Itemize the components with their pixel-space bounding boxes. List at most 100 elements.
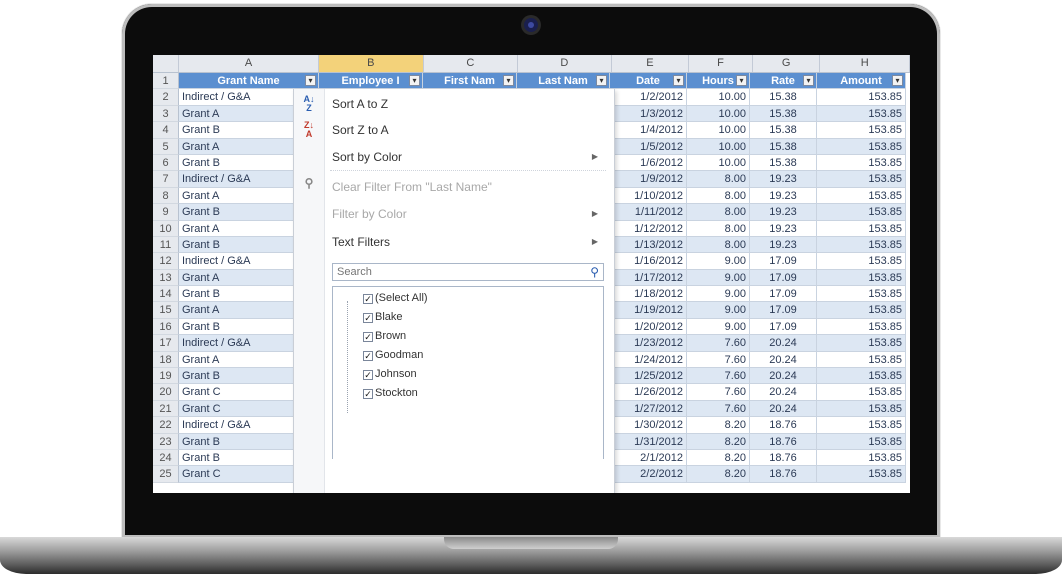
hours-cell[interactable]: 10.00	[687, 138, 750, 155]
amount-cell[interactable]: 153.85	[817, 351, 906, 369]
filter-value-item[interactable]: ✓ Stockton	[363, 384, 418, 403]
checkbox-checked-icon[interactable]: ✓	[363, 369, 373, 380]
amount-cell[interactable]: 153.85	[817, 105, 906, 123]
rate-cell[interactable]: 17.09	[750, 286, 817, 303]
rate-cell[interactable]: 19.23	[750, 220, 817, 237]
rate-cell[interactable]: 15.38	[750, 138, 817, 155]
row-number[interactable]: 7	[153, 171, 179, 188]
column-header-e[interactable]: E	[612, 55, 690, 72]
row-number[interactable]: 20	[153, 384, 179, 401]
row-number[interactable]: 21	[153, 400, 179, 418]
hours-cell[interactable]: 9.00	[687, 302, 750, 319]
column-header-g[interactable]: G	[753, 55, 821, 72]
rate-cell[interactable]: 17.09	[750, 318, 817, 336]
amount-cell[interactable]: 153.85	[817, 400, 906, 418]
amount-cell[interactable]: 153.85	[817, 269, 906, 287]
amount-cell[interactable]: 153.85	[817, 302, 906, 319]
hours-cell[interactable]: 8.00	[687, 171, 750, 188]
date-cell[interactable]: 1/11/2012	[610, 204, 687, 221]
filter-value-item[interactable]: ✓ Johnson	[363, 365, 417, 384]
rate-cell[interactable]: 20.24	[750, 384, 817, 401]
rate-cell[interactable]: 15.38	[750, 154, 817, 172]
date-cell[interactable]: 1/9/2012	[610, 171, 687, 188]
hours-cell[interactable]: 8.20	[687, 466, 750, 483]
date-cell[interactable]: 1/26/2012	[610, 384, 687, 401]
column-header-a[interactable]: A	[179, 55, 320, 72]
row-number[interactable]: 12	[153, 253, 179, 270]
row-number[interactable]: 2	[153, 89, 179, 106]
date-cell[interactable]: 1/19/2012	[610, 302, 687, 319]
rate-cell[interactable]: 19.23	[750, 236, 817, 254]
date-cell[interactable]: 1/27/2012	[610, 400, 687, 418]
hours-cell[interactable]: 8.00	[687, 204, 750, 221]
checkbox-checked-icon[interactable]: ✓	[363, 331, 373, 342]
date-cell[interactable]: 1/5/2012	[610, 138, 687, 155]
row-number[interactable]: 23	[153, 433, 179, 450]
hours-cell[interactable]: 10.00	[687, 122, 750, 139]
text-filters-item[interactable]: Text Filters ▶	[332, 231, 602, 253]
hours-cell[interactable]: 8.00	[687, 236, 750, 254]
amount-cell[interactable]: 153.85	[817, 466, 906, 483]
date-cell[interactable]: 1/16/2012	[610, 253, 687, 270]
hours-cell[interactable]: 10.00	[687, 154, 750, 172]
filter-dropdown-icon[interactable]: ▾	[673, 75, 684, 86]
filter-value-select-all[interactable]: ✓ (Select All)	[363, 289, 428, 308]
filter-value-item[interactable]: ✓ Goodman	[363, 346, 423, 365]
amount-cell[interactable]: 153.85	[817, 122, 906, 139]
amount-cell[interactable]: 153.85	[817, 384, 906, 401]
rate-cell[interactable]: 18.76	[750, 433, 817, 450]
row-number[interactable]: 25	[153, 466, 179, 483]
rate-cell[interactable]: 20.24	[750, 368, 817, 385]
date-cell[interactable]: 1/12/2012	[610, 220, 687, 237]
amount-cell[interactable]: 153.85	[817, 154, 906, 172]
date-cell[interactable]: 1/20/2012	[610, 318, 687, 336]
row-number[interactable]: 19	[153, 368, 179, 385]
amount-cell[interactable]: 153.85	[817, 368, 906, 385]
hours-cell[interactable]: 7.60	[687, 335, 750, 352]
date-cell[interactable]: 1/31/2012	[610, 433, 687, 450]
rate-cell[interactable]: 19.23	[750, 187, 817, 205]
amount-cell[interactable]: 153.85	[817, 449, 906, 467]
hours-cell[interactable]: 8.00	[687, 220, 750, 237]
filter-dropdown-icon[interactable]: ▾	[596, 75, 607, 86]
column-header-d[interactable]: D	[518, 55, 612, 72]
sort-z-to-a-item[interactable]: Sort Z to A	[332, 119, 602, 141]
rate-cell[interactable]: 18.76	[750, 449, 817, 467]
row-number[interactable]: 16	[153, 318, 179, 336]
amount-cell[interactable]: 153.85	[817, 220, 906, 237]
row-number[interactable]: 4	[153, 122, 179, 139]
column-header-f[interactable]: F	[689, 55, 753, 72]
date-cell[interactable]: 1/24/2012	[610, 351, 687, 369]
date-cell[interactable]: 1/4/2012	[610, 122, 687, 139]
amount-cell[interactable]: 153.85	[817, 204, 906, 221]
amount-cell[interactable]: 153.85	[817, 286, 906, 303]
amount-cell[interactable]: 153.85	[817, 335, 906, 352]
date-cell[interactable]: 1/10/2012	[610, 187, 687, 205]
date-cell[interactable]: 1/2/2012	[610, 89, 687, 106]
row-number[interactable]: 3	[153, 105, 179, 123]
row-number[interactable]: 1	[153, 73, 179, 90]
rate-cell[interactable]: 19.23	[750, 204, 817, 221]
hours-cell[interactable]: 9.00	[687, 286, 750, 303]
date-cell[interactable]: 1/17/2012	[610, 269, 687, 287]
checkbox-checked-icon[interactable]: ✓	[363, 388, 373, 399]
column-header-c[interactable]: C	[424, 55, 519, 72]
filter-search-input[interactable]	[333, 264, 581, 280]
date-cell[interactable]: 1/30/2012	[610, 417, 687, 434]
filter-dropdown-icon[interactable]: ▾	[736, 75, 747, 86]
amount-cell[interactable]: 153.85	[817, 417, 906, 434]
filter-dropdown-icon[interactable]: ▾	[803, 75, 814, 86]
amount-cell[interactable]: 153.85	[817, 187, 906, 205]
clear-filter-item[interactable]: Clear Filter From "Last Name"	[332, 176, 602, 198]
rate-cell[interactable]: 15.38	[750, 122, 817, 139]
filter-value-item[interactable]: ✓ Blake	[363, 308, 403, 327]
row-number[interactable]: 8	[153, 187, 179, 205]
row-number[interactable]: 13	[153, 269, 179, 287]
amount-cell[interactable]: 153.85	[817, 89, 906, 106]
date-cell[interactable]: 1/25/2012	[610, 368, 687, 385]
rate-cell[interactable]: 17.09	[750, 269, 817, 287]
rate-cell[interactable]: 19.23	[750, 171, 817, 188]
date-cell[interactable]: 1/18/2012	[610, 286, 687, 303]
hours-cell[interactable]: 9.00	[687, 269, 750, 287]
hours-cell[interactable]: 7.60	[687, 400, 750, 418]
